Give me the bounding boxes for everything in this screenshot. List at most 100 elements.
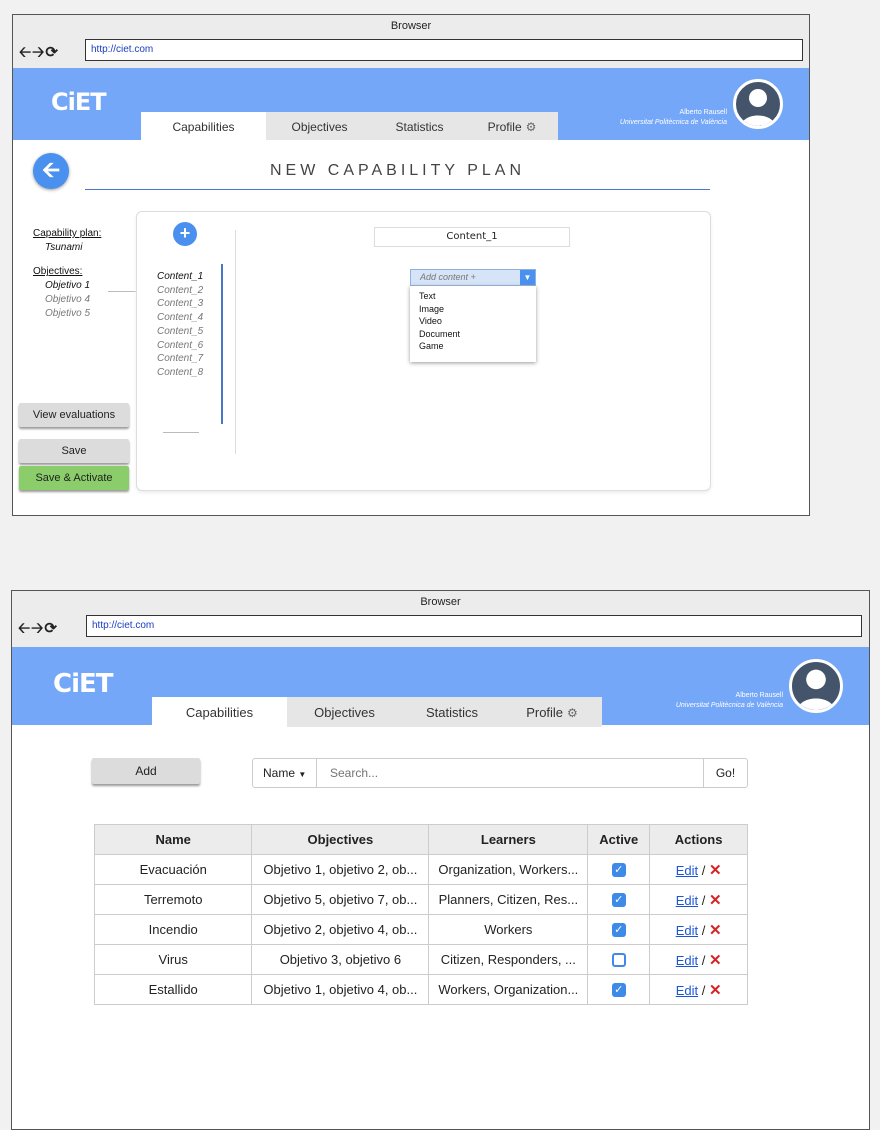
reload-icon[interactable]: ⟳ bbox=[44, 620, 58, 637]
plan-name: Tsunami bbox=[45, 242, 83, 253]
back-arrow-icon[interactable]: 🡠 bbox=[19, 44, 32, 61]
tab-statistics[interactable]: Statistics bbox=[373, 112, 466, 140]
delete-icon[interactable]: ✕ bbox=[709, 952, 722, 969]
dropdown-option[interactable]: Image bbox=[419, 303, 527, 316]
content-item[interactable]: Content_1 bbox=[157, 270, 203, 284]
plan-label: Capability plan: bbox=[33, 228, 102, 239]
connector-line bbox=[108, 291, 136, 292]
avatar[interactable] bbox=[789, 659, 843, 713]
list-end-line bbox=[163, 432, 199, 433]
save-activate-button[interactable]: Save & Activate bbox=[19, 466, 129, 490]
add-content-select[interactable]: Add content + ▼ bbox=[410, 269, 536, 286]
browser-title: Browser bbox=[390, 20, 432, 32]
url-bar[interactable]: http://ciet.com bbox=[85, 39, 803, 61]
content-item[interactable]: Content_3 bbox=[157, 297, 203, 311]
user-org: Universitat Politècnica de València bbox=[675, 702, 783, 709]
tab-objectives[interactable]: Objectives bbox=[287, 697, 402, 727]
view-evaluations-button[interactable]: View evaluations bbox=[19, 403, 129, 427]
forward-arrow-icon[interactable]: 🡢 bbox=[31, 620, 44, 637]
go-button[interactable]: Go! bbox=[703, 759, 747, 787]
cell-name: Estallido bbox=[93, 974, 253, 1005]
cell-objectives: Objetivo 5, objetivo 7, ob... bbox=[251, 884, 430, 915]
content-list: Content_1 Content_2 Content_3 Content_4 … bbox=[157, 270, 203, 380]
active-checkbox[interactable] bbox=[611, 953, 626, 968]
active-checkbox[interactable]: ✓ bbox=[611, 863, 626, 878]
table-row: Terremoto Objetivo 5, objetivo 7, ob... Pl… bbox=[93, 884, 748, 915]
active-checkbox[interactable]: ✓ bbox=[611, 923, 626, 938]
edit-link[interactable]: Edit bbox=[676, 893, 698, 908]
tab-profile-label: Profile bbox=[526, 705, 564, 720]
col-name[interactable]: Name bbox=[93, 824, 253, 855]
col-active[interactable]: Active bbox=[587, 824, 651, 855]
action-separator: / bbox=[701, 952, 706, 968]
content-item[interactable]: Content_8 bbox=[157, 366, 203, 380]
user-silhouette-icon bbox=[797, 669, 835, 710]
filter-value: Name bbox=[263, 766, 296, 780]
save-button[interactable]: Save bbox=[19, 439, 129, 463]
content-title-field[interactable]: Content_1 bbox=[374, 227, 570, 247]
avatar[interactable] bbox=[733, 79, 783, 129]
content-item[interactable]: Content_6 bbox=[157, 339, 203, 353]
edit-link[interactable]: Edit bbox=[676, 953, 698, 968]
cell-active: ✓ bbox=[587, 884, 651, 915]
url-bar[interactable]: http://ciet.com bbox=[86, 615, 862, 637]
delete-icon[interactable]: ✕ bbox=[709, 862, 722, 879]
col-learners[interactable]: Learners bbox=[428, 824, 589, 855]
tab-bar: Capabilities Objectives Statistics Profi… bbox=[141, 112, 558, 140]
delete-icon[interactable]: ✕ bbox=[709, 982, 722, 999]
filter-select[interactable]: Name ▼ bbox=[253, 759, 317, 787]
dropdown-option[interactable]: Video bbox=[419, 315, 527, 328]
dropdown-option[interactable]: Text bbox=[419, 290, 527, 303]
browser-window-list: Browser 🡠🡢⟳ http://ciet.com CiET Alberto… bbox=[11, 590, 870, 1130]
dropdown-option[interactable]: Game bbox=[419, 340, 527, 353]
active-checkbox[interactable]: ✓ bbox=[611, 983, 626, 998]
tab-statistics[interactable]: Statistics bbox=[402, 697, 502, 727]
browser-nav[interactable]: 🡠🡢⟳ bbox=[18, 618, 58, 643]
delete-icon[interactable]: ✕ bbox=[709, 892, 722, 909]
reload-icon[interactable]: ⟳ bbox=[45, 44, 59, 61]
forward-arrow-icon[interactable]: 🡢 bbox=[32, 44, 45, 61]
delete-icon[interactable]: ✕ bbox=[709, 922, 722, 939]
tab-profile[interactable]: Profile ⚙ bbox=[502, 697, 602, 727]
dropdown-option[interactable]: Document bbox=[419, 328, 527, 341]
content-item[interactable]: Content_5 bbox=[157, 325, 203, 339]
table-row: Virus Objetivo 3, objetivo 6 Citizen, Resp… bbox=[93, 944, 748, 975]
cell-name: Virus bbox=[93, 944, 253, 975]
user-name: Alberto Rausell bbox=[735, 692, 783, 699]
content-item[interactable]: Content_2 bbox=[157, 284, 203, 298]
tab-bar: Capabilities Objectives Statistics Profi… bbox=[152, 697, 602, 727]
content-item[interactable]: Content_4 bbox=[157, 311, 203, 325]
add-button[interactable]: Add bbox=[92, 758, 200, 784]
cell-active: ✓ bbox=[587, 974, 651, 1005]
title-divider bbox=[85, 189, 710, 190]
tab-capabilities[interactable]: Capabilities bbox=[152, 697, 287, 727]
tab-profile[interactable]: Profile ⚙ bbox=[466, 112, 558, 140]
objective-item[interactable]: Objetivo 1 bbox=[33, 279, 101, 293]
edit-link[interactable]: Edit bbox=[676, 923, 698, 938]
edit-link[interactable]: Edit bbox=[676, 863, 698, 878]
search-group: Name ▼ Go! bbox=[252, 758, 748, 788]
tab-objectives[interactable]: Objectives bbox=[266, 112, 373, 140]
objective-item[interactable]: Objetivo 5 bbox=[33, 307, 101, 321]
content-scrollbar[interactable] bbox=[221, 264, 223, 424]
browser-nav[interactable]: 🡠🡢⟳ bbox=[19, 42, 59, 67]
active-checkbox[interactable]: ✓ bbox=[611, 893, 626, 908]
cell-learners: Organization, Workers... bbox=[428, 854, 589, 885]
plan-sidebar: Capability plan: Tsunami Objectives: Obj… bbox=[33, 227, 101, 321]
add-content-button[interactable]: + bbox=[173, 222, 197, 246]
edit-link[interactable]: Edit bbox=[676, 983, 698, 998]
user-org: Universitat Politècnica de València bbox=[619, 119, 727, 126]
back-arrow-icon[interactable]: 🡠 bbox=[18, 620, 31, 637]
cell-name: Terremoto bbox=[93, 884, 253, 915]
cell-learners: Workers, Organization... bbox=[428, 974, 589, 1005]
col-objectives[interactable]: Objectives bbox=[251, 824, 430, 855]
search-input[interactable] bbox=[318, 759, 703, 787]
objective-item[interactable]: Objetivo 4 bbox=[33, 293, 101, 307]
back-button[interactable]: 🡨 bbox=[33, 153, 69, 189]
cell-active: ✓ bbox=[587, 914, 651, 945]
content-item[interactable]: Content_7 bbox=[157, 352, 203, 366]
arrow-left-icon: 🡨 bbox=[42, 157, 60, 182]
tab-capabilities[interactable]: Capabilities bbox=[141, 112, 266, 140]
cell-objectives: Objetivo 1, objetivo 2, ob... bbox=[251, 854, 430, 885]
cell-active: ✓ bbox=[587, 854, 651, 885]
